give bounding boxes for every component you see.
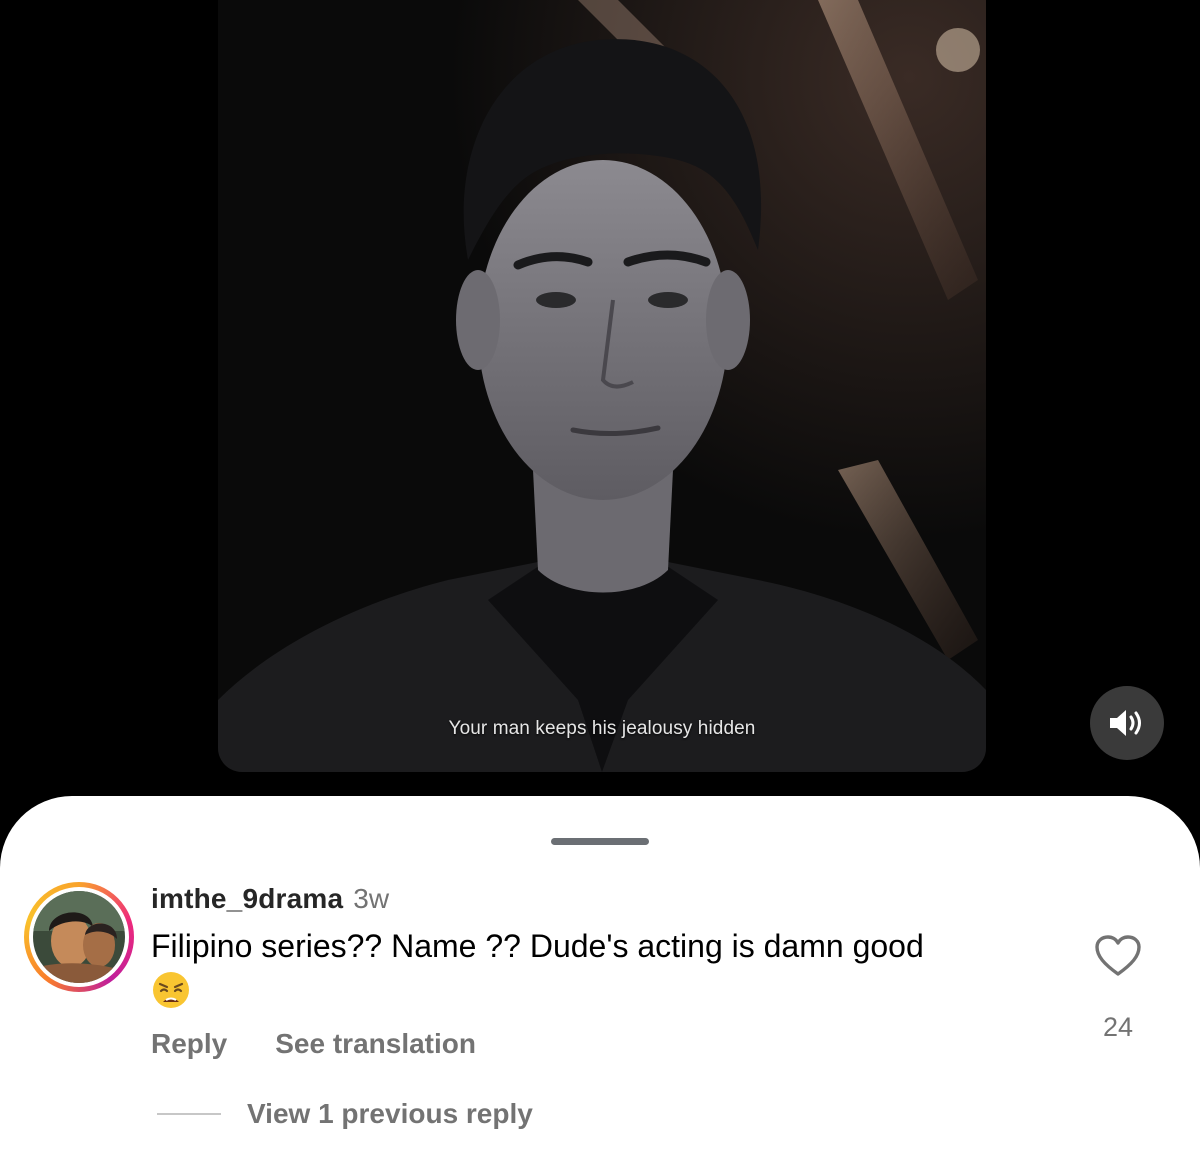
comment-text: Filipino series?? Name ?? Dude's acting …: [151, 928, 924, 964]
view-previous-replies-button[interactable]: View 1 previous reply: [157, 1098, 533, 1130]
heart-icon[interactable]: [1094, 934, 1142, 978]
like-control: [1090, 934, 1146, 978]
reply-thread-line: [157, 1113, 221, 1115]
comment-header: imthe_9drama 3w: [151, 883, 389, 915]
video-still: [218, 0, 986, 772]
reply-button[interactable]: Reply: [151, 1028, 227, 1059]
avatar: [33, 891, 125, 983]
comment-actions: Reply See translation: [151, 1028, 476, 1060]
weary-face-emoji-icon: [151, 970, 191, 1010]
see-translation-button[interactable]: See translation: [275, 1028, 476, 1059]
comment-username[interactable]: imthe_9drama: [151, 883, 343, 914]
speaker-icon: [1110, 710, 1141, 736]
sheet-grabber[interactable]: [551, 838, 649, 845]
avatar-story-ring[interactable]: [24, 882, 134, 992]
video-player[interactable]: Your man keeps his jealousy hidden: [218, 0, 986, 772]
avatar-illustration: [33, 891, 125, 983]
comment-timestamp: 3w: [353, 883, 390, 914]
video-area: Your man keeps his jealousy hidden: [0, 0, 1200, 800]
comments-sheet: imthe_9drama 3w Filipino series?? Name ??…: [0, 796, 1200, 1168]
comment-body: Filipino series?? Name ?? Dude's acting …: [151, 926, 1051, 1010]
volume-toggle-button[interactable]: [1090, 686, 1164, 760]
view-replies-label: View 1 previous reply: [247, 1098, 533, 1129]
like-count: 24: [1102, 1012, 1134, 1042]
video-subtitle: Your man keeps his jealousy hidden: [448, 718, 756, 739]
